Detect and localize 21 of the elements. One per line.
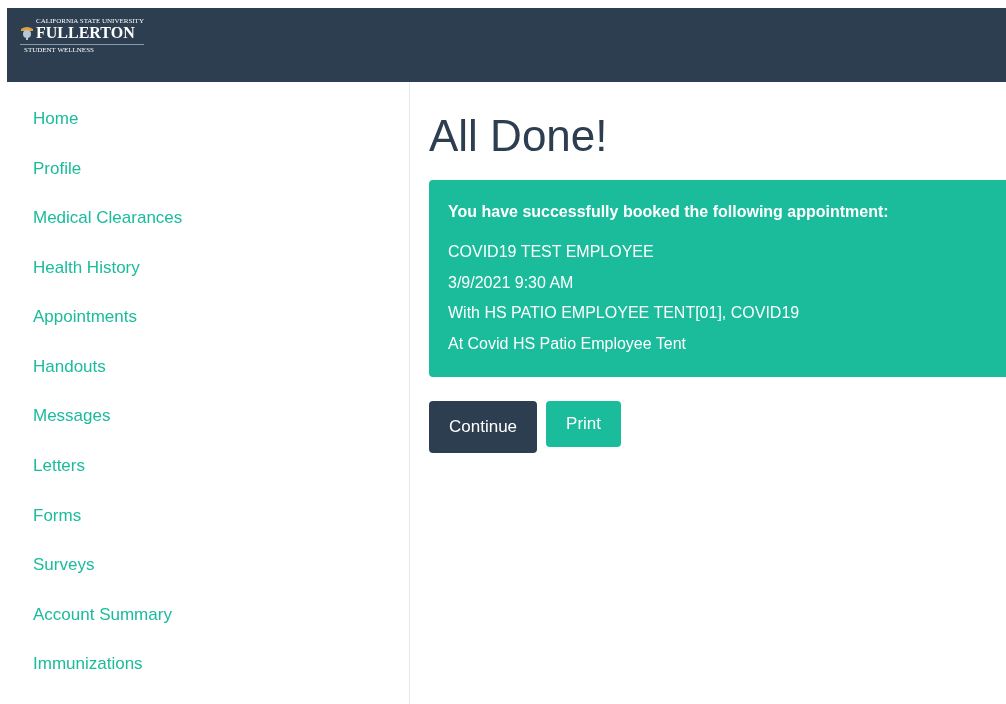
continue-button[interactable]: Continue — [429, 401, 538, 453]
sidebar-link[interactable]: Messages — [33, 406, 111, 457]
alert-heading: You have successfully booked the following appointment: — [448, 202, 890, 222]
sidebar-link[interactable]: Home — [33, 109, 79, 159]
sidebar-link[interactable]: Immunizations — [33, 654, 143, 704]
appointment-detail: At Covid HS Patio Employee Tent — [448, 333, 688, 354]
appointment-detail: COVID19 TEST EMPLOYEE — [448, 242, 655, 262]
sidebar-link[interactable]: Profile — [33, 158, 82, 209]
sidebar-link[interactable]: Surveys — [33, 555, 95, 605]
logo-name-text: FULLERTON — [36, 25, 135, 41]
sidebar-link[interactable]: Health History — [33, 257, 140, 308]
page-title: All Done! — [429, 110, 609, 162]
appointment-detail: With HS PATIO EMPLOYEE TENT[01], COVID19 — [448, 303, 801, 323]
sidebar-link[interactable]: Forms — [33, 505, 82, 556]
print-button[interactable]: Print — [546, 401, 622, 447]
sidebar-link[interactable]: Handouts — [33, 356, 106, 407]
sidebar-link[interactable]: Account Summary — [33, 604, 172, 655]
sidebar-link[interactable]: Letters — [33, 456, 85, 506]
sidebar-link[interactable]: Appointments — [33, 307, 137, 357]
sidebar-link[interactable]: Medical Clearances — [33, 208, 183, 258]
appointment-detail: 3/9/2021 9:30 AM — [448, 272, 575, 293]
